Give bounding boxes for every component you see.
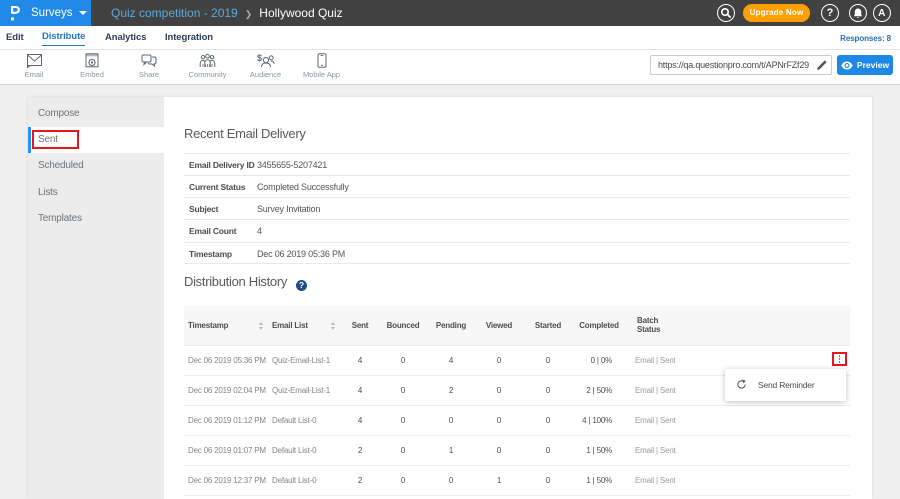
svg-text:$: $ — [257, 53, 262, 63]
